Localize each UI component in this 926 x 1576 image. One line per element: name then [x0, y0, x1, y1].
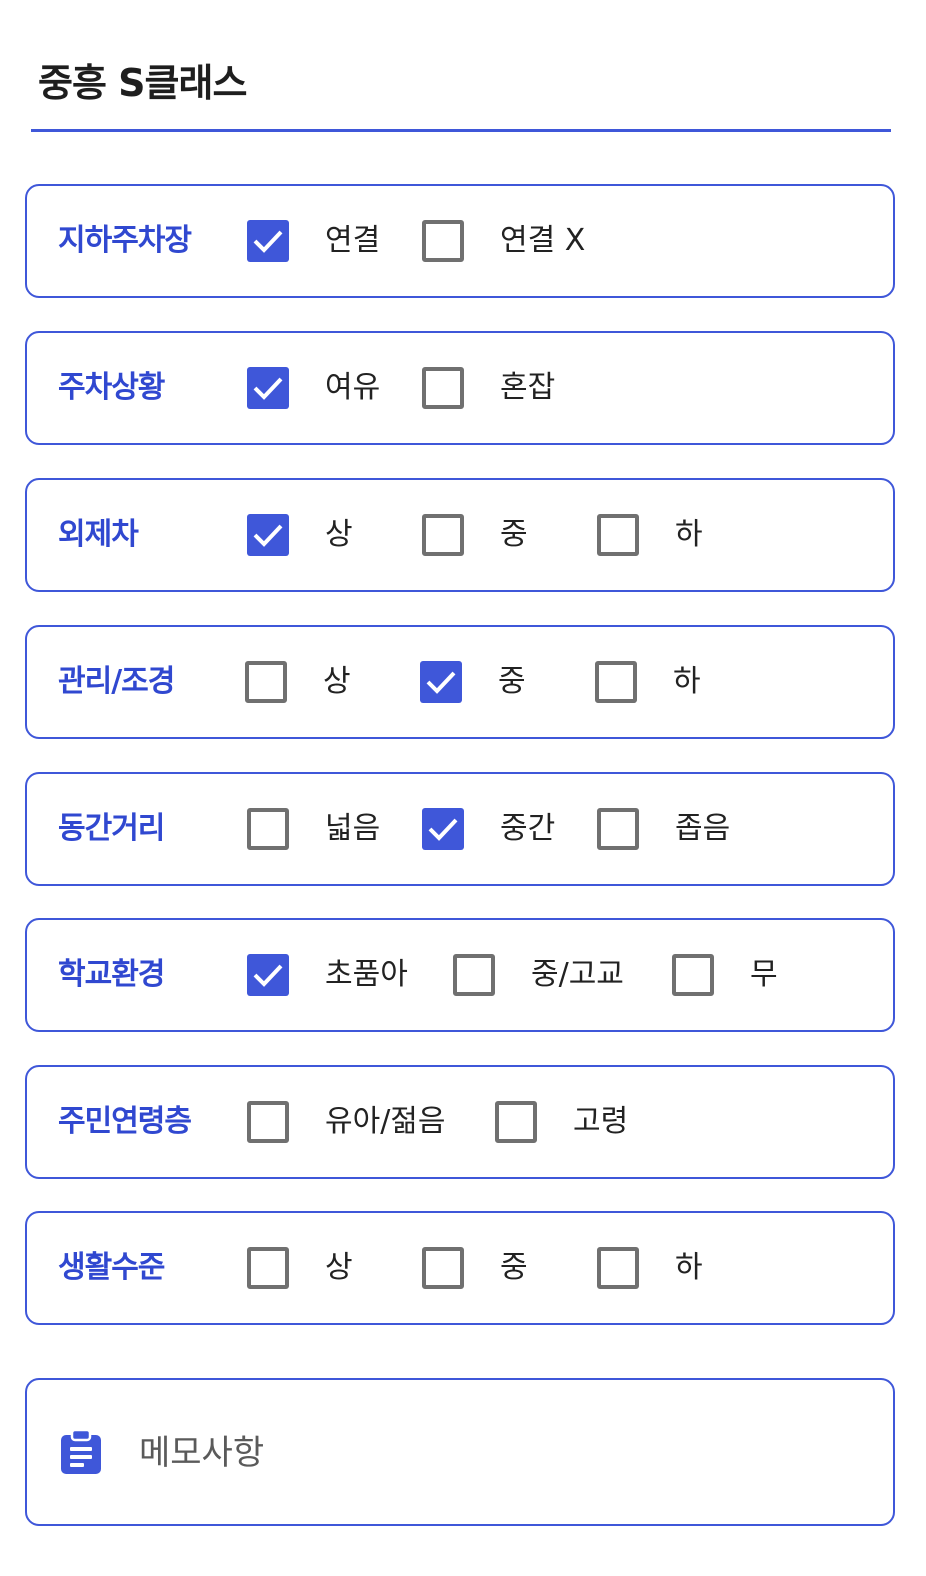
checkbox-high[interactable] [245, 661, 287, 703]
check-icon [253, 377, 283, 400]
option-label: 중간 [500, 811, 556, 846]
check-icon [253, 964, 283, 987]
option-label: 중/고교 [531, 957, 624, 992]
check-icon [428, 818, 458, 841]
option-label: 초품아 [325, 957, 408, 992]
option-label: 무 [750, 957, 778, 992]
checkbox-medium[interactable] [422, 808, 464, 850]
row-management-landscape: 관리/조경 상 중 하 [25, 625, 895, 739]
row-label: 동간거리 [58, 811, 165, 846]
option-label: 고령 [573, 1104, 629, 1139]
row-label: 주차상황 [58, 370, 165, 405]
option-label: 혼잡 [500, 370, 556, 405]
check-icon [426, 671, 456, 694]
check-icon [253, 524, 283, 547]
row-resident-age: 주민연령층 유아/젊음 고령 [25, 1065, 895, 1179]
checkbox-young[interactable] [247, 1101, 289, 1143]
option-label: 중 [498, 664, 526, 699]
row-foreign-cars: 외제차 상 중 하 [25, 478, 895, 592]
row-label: 지하주차장 [58, 223, 192, 258]
checkbox-not-connected[interactable] [422, 220, 464, 262]
memo-box[interactable] [25, 1378, 895, 1526]
option-label: 연결 [325, 223, 381, 258]
checkbox-low[interactable] [597, 1247, 639, 1289]
option-label: 하 [673, 664, 701, 699]
checkbox-crowded[interactable] [422, 367, 464, 409]
checkbox-elementary-nearby[interactable] [247, 954, 289, 996]
checkbox-mid[interactable] [422, 514, 464, 556]
check-icon [253, 230, 283, 253]
row-label: 생활수준 [58, 1250, 165, 1285]
checkbox-connected[interactable] [247, 220, 289, 262]
option-label: 상 [323, 664, 351, 699]
checkbox-low[interactable] [595, 661, 637, 703]
row-building-distance: 동간거리 넓음 중간 좁음 [25, 772, 895, 886]
checkbox-high[interactable] [247, 1247, 289, 1289]
option-label: 상 [325, 517, 353, 552]
row-school-environment: 학교환경 초품아 중/고교 무 [25, 918, 895, 1032]
checkbox-narrow[interactable] [597, 808, 639, 850]
clipboard-icon [61, 1428, 101, 1474]
row-label: 주민연령층 [58, 1104, 192, 1139]
option-label: 연결 X [500, 223, 586, 258]
checkbox-elderly[interactable] [495, 1101, 537, 1143]
checkbox-high[interactable] [247, 514, 289, 556]
checkbox-low[interactable] [597, 514, 639, 556]
page-title: 중흥 S클래스 [38, 61, 247, 105]
checkbox-none[interactable] [672, 954, 714, 996]
option-label: 중 [500, 517, 528, 552]
option-label: 좁음 [675, 811, 731, 846]
row-label: 학교환경 [58, 957, 165, 992]
memo-input[interactable] [139, 1420, 859, 1486]
checkbox-wide[interactable] [247, 808, 289, 850]
row-label: 관리/조경 [58, 664, 175, 699]
title-divider [31, 129, 891, 132]
checkbox-mid[interactable] [420, 661, 462, 703]
row-living-standard: 생활수준 상 중 하 [25, 1211, 895, 1325]
option-label: 하 [675, 1250, 703, 1285]
checkbox-spacious[interactable] [247, 367, 289, 409]
option-label: 넓음 [325, 811, 381, 846]
option-label: 유아/젊음 [325, 1104, 446, 1139]
row-underground-parking: 지하주차장 연결 연결 X [25, 184, 895, 298]
checkbox-middle-high[interactable] [453, 954, 495, 996]
option-label: 중 [500, 1250, 528, 1285]
row-parking-status: 주차상황 여유 혼잡 [25, 331, 895, 445]
option-label: 여유 [325, 370, 381, 405]
checkbox-mid[interactable] [422, 1247, 464, 1289]
option-label: 하 [675, 517, 703, 552]
row-label: 외제차 [58, 517, 139, 552]
option-label: 상 [325, 1250, 353, 1285]
